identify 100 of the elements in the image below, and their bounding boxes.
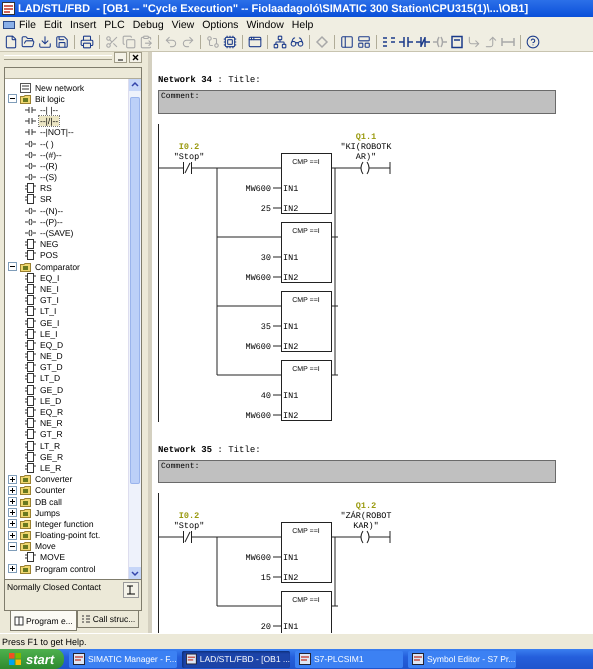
taskbar-button[interactable]: LAD/STL/FBD - [OB1 ... — [182, 650, 290, 668]
expand-icon[interactable] — [8, 497, 17, 506]
expand-icon[interactable] — [8, 486, 17, 495]
tree-item[interactable]: RS — [39, 183, 53, 194]
toolbar-button[interactable] — [339, 34, 355, 50]
tree-item[interactable]: GT_I — [39, 295, 60, 306]
coil-icon — [25, 150, 36, 160]
pin-label: IN1 — [283, 184, 298, 194]
tree-item[interactable]: SR — [39, 194, 53, 204]
tree-item[interactable]: Bit logic — [34, 94, 66, 104]
tree-item[interactable]: NE_I — [39, 284, 60, 294]
tree-item[interactable]: --( ) — [39, 138, 55, 149]
tree-item[interactable]: GE_R — [39, 452, 64, 462]
expand-icon[interactable] — [8, 508, 17, 518]
tree-item[interactable]: LT_I — [39, 306, 58, 316]
tree-item[interactable]: Counter — [34, 485, 66, 496]
toolbar-button[interactable] — [54, 34, 70, 50]
toolbar-button[interactable] — [222, 34, 238, 50]
expand-icon[interactable] — [8, 530, 17, 540]
tree-item[interactable]: GT_D — [39, 362, 64, 372]
tree-item[interactable]: --(#)-- — [39, 150, 63, 160]
menu-item[interactable]: Help — [288, 19, 318, 31]
toolbar-button[interactable] — [415, 34, 431, 50]
tree-item[interactable]: LT_R — [39, 440, 62, 451]
pin-label: IN2 — [283, 410, 298, 420]
pin-label: IN1 — [283, 390, 298, 400]
tree-item[interactable]: New network — [34, 82, 86, 93]
operand-label: MW600 — [245, 410, 271, 420]
tree-item[interactable]: LE_I — [39, 328, 58, 339]
taskbar-button[interactable]: SIMATIC Manager - F... — [69, 650, 177, 668]
expand-icon[interactable] — [8, 474, 17, 484]
close-button[interactable] — [129, 52, 142, 63]
comment-field[interactable]: Comment: — [158, 460, 556, 483]
menu-item[interactable]: File — [15, 19, 40, 31]
menu-item[interactable]: Insert — [66, 19, 100, 31]
menu-item[interactable]: Window — [242, 19, 288, 31]
collapse-icon[interactable] — [8, 94, 17, 104]
expand-icon[interactable] — [8, 564, 17, 574]
tree-item[interactable]: --(N)-- — [39, 206, 64, 216]
tree-item[interactable]: Move — [34, 541, 57, 552]
folder-icon — [20, 508, 31, 518]
tree-item[interactable]: --(P)-- — [39, 216, 64, 227]
tree-item[interactable]: LT_D — [39, 373, 62, 384]
taskbar-button[interactable]: S7-PLCSIM1 — [295, 650, 403, 668]
folder-icon — [20, 496, 31, 507]
close-icon — [132, 54, 139, 61]
toolbar-button[interactable] — [79, 34, 95, 50]
tree-item[interactable]: NE_D — [39, 351, 64, 362]
comment-field[interactable]: Comment: — [158, 90, 556, 114]
menu-item[interactable]: View — [168, 19, 198, 31]
tree-item[interactable]: Jumps — [34, 508, 62, 518]
tree-item[interactable]: --|/|-- — [39, 116, 60, 126]
tree-item[interactable]: DB call — [34, 496, 63, 507]
tree-item[interactable]: Floating-point fct. — [34, 530, 102, 540]
toolbar-button[interactable] — [449, 34, 465, 50]
toolbar-button[interactable] — [398, 34, 414, 50]
tree-item[interactable]: --|NOT|-- — [39, 127, 75, 138]
tree-item[interactable]: MOVE — [39, 552, 66, 562]
tree-item[interactable]: --| |-- — [39, 104, 60, 115]
tree-item[interactable]: Program control — [34, 564, 96, 574]
minimize-button[interactable] — [114, 52, 127, 63]
menu-item[interactable]: PLC — [100, 19, 129, 31]
tree-item[interactable]: Converter — [34, 474, 74, 484]
compare-icon — [206, 35, 220, 49]
tree-item[interactable]: --(S) — [39, 172, 58, 182]
toolbar-button[interactable] — [272, 34, 288, 50]
tree-item[interactable]: Comparator — [34, 262, 81, 272]
tree-item[interactable]: GE_I — [39, 318, 60, 328]
expand-icon[interactable] — [8, 519, 17, 528]
menu-item[interactable]: Edit — [40, 19, 66, 31]
menu-item[interactable]: Debug — [128, 19, 168, 31]
tree-item[interactable]: POS — [39, 250, 59, 260]
collapse-icon[interactable] — [8, 262, 17, 272]
tree-item[interactable]: GT_R — [39, 429, 64, 440]
toolbar-button[interactable] — [20, 34, 36, 50]
toolbar-button[interactable] — [356, 34, 372, 50]
scrollbar[interactable] — [128, 79, 141, 579]
collapse-icon[interactable] — [8, 542, 17, 551]
taskbar-button[interactable]: Symbol Editor - S7 Pr... — [408, 650, 516, 668]
tree-item[interactable]: LE_R — [39, 462, 62, 473]
menu-item[interactable]: Options — [198, 19, 242, 31]
tree-item[interactable]: NEG — [39, 239, 60, 250]
tree-item[interactable]: EQ_R — [39, 407, 64, 418]
start-button[interactable]: start — [0, 649, 64, 669]
tree-item[interactable]: LE_D — [39, 396, 62, 406]
operand-label: 15 — [260, 573, 271, 583]
tree-item[interactable]: EQ_I — [39, 272, 60, 283]
tab[interactable]: Program e... — [10, 611, 77, 631]
tab[interactable]: Call struc... — [76, 611, 140, 628]
tree-item[interactable]: GE_D — [39, 384, 64, 395]
tree-item[interactable]: NE_R — [39, 418, 64, 428]
tree-item[interactable]: Integer function — [34, 518, 95, 529]
toolbar-button[interactable] — [247, 34, 263, 50]
toolbar-button[interactable] — [3, 34, 19, 50]
box-icon — [25, 194, 36, 204]
tree-item[interactable]: --(SAVE) — [39, 228, 74, 238]
connection-icon — [501, 35, 515, 49]
tree-item[interactable]: --(R) — [39, 160, 58, 171]
tree-item[interactable]: EQ_D — [39, 340, 64, 350]
toolbar-button[interactable] — [37, 34, 53, 50]
